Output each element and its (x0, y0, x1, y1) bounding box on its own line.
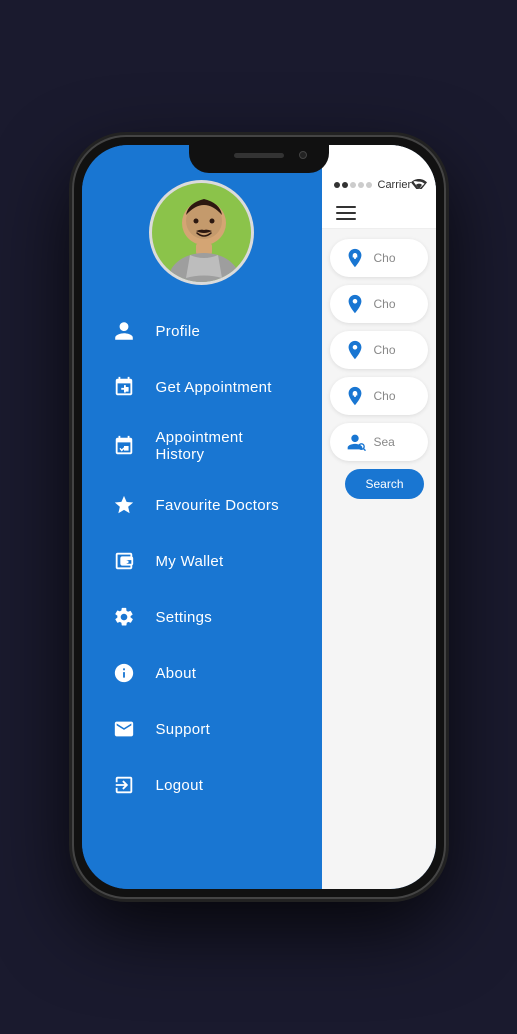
nav-menu: Profile Get Appointment (82, 303, 322, 813)
sidebar-item-my-wallet[interactable]: My Wallet (98, 533, 306, 589)
sidebar-item-settings-label: Settings (156, 609, 213, 626)
avatar (149, 180, 254, 285)
location-row-1[interactable]: Cho (330, 239, 428, 277)
carrier-label: Carrier (378, 179, 412, 191)
speaker (234, 153, 284, 158)
sidebar-item-settings[interactable]: Settings (98, 589, 306, 645)
search-person-row[interactable]: Sea (330, 423, 428, 461)
envelope-icon (110, 715, 138, 743)
location-row-2-text: Cho (374, 297, 414, 311)
sidebar-item-profile[interactable]: Profile (98, 303, 306, 359)
signal-area: Carrier (334, 179, 412, 191)
wifi-icon (411, 177, 427, 192)
signal-dot-4 (358, 182, 364, 188)
sidebar-item-appointment-history[interactable]: Appointment History (98, 415, 306, 477)
sidebar-item-get-appointment[interactable]: Get Appointment (98, 359, 306, 415)
sidebar-item-logout-label: Logout (156, 777, 204, 794)
sidebar-item-logout[interactable]: Logout (98, 757, 306, 813)
location-medical-icon-1 (344, 247, 366, 269)
content-area: Cho Cho (322, 229, 436, 889)
wallet-icon (110, 547, 138, 575)
hamburger-bar (322, 198, 436, 229)
logout-icon (110, 771, 138, 799)
hamburger-icon[interactable] (336, 206, 356, 220)
phone-notch (189, 145, 329, 173)
sidebar-item-get-appointment-label: Get Appointment (156, 379, 272, 396)
calendar-check-icon (110, 432, 138, 460)
sidebar-item-about[interactable]: About (98, 645, 306, 701)
person-icon (110, 317, 138, 345)
location-row-3[interactable]: Cho (330, 331, 428, 369)
location-medical-icon-4 (344, 385, 366, 407)
location-pin-icon-2 (344, 293, 366, 315)
sidebar-item-about-label: About (156, 665, 197, 682)
hamburger-line-1 (336, 206, 356, 208)
right-panel: Carrier (322, 145, 436, 889)
signal-dots (334, 182, 372, 188)
sidebar-item-my-wallet-label: My Wallet (156, 553, 224, 570)
location-row-2[interactable]: Cho (330, 285, 428, 323)
phone-screen: Profile Get Appointment (82, 145, 436, 889)
signal-dot-2 (342, 182, 348, 188)
phone-frame: Profile Get Appointment (74, 137, 444, 897)
sidebar-item-favourite-doctors[interactable]: Favourite Doctors (98, 477, 306, 533)
side-drawer: Profile Get Appointment (82, 145, 322, 889)
search-button[interactable]: Search (345, 469, 423, 499)
search-person-row-text: Sea (374, 435, 414, 449)
sidebar-item-support-label: Support (156, 721, 211, 738)
sidebar-item-support[interactable]: Support (98, 701, 306, 757)
location-row-4[interactable]: Cho (330, 377, 428, 415)
camera (299, 151, 307, 159)
location-row-3-text: Cho (374, 343, 414, 357)
location-row-1-text: Cho (374, 251, 414, 265)
sidebar-item-profile-label: Profile (156, 323, 201, 340)
signal-dot-1 (334, 182, 340, 188)
star-icon (110, 491, 138, 519)
hamburger-line-2 (336, 212, 356, 214)
signal-dot-5 (366, 182, 372, 188)
calendar-plus-icon (110, 373, 138, 401)
search-person-icon (344, 431, 366, 453)
sidebar-item-favourite-doctors-label: Favourite Doctors (156, 497, 279, 514)
signal-dot-3 (350, 182, 356, 188)
info-icon (110, 659, 138, 687)
location-row-4-text: Cho (374, 389, 414, 403)
location-pin-icon-3 (344, 339, 366, 361)
hamburger-line-3 (336, 218, 356, 220)
sidebar-item-appointment-history-label: Appointment History (156, 429, 294, 463)
status-bar: Carrier (322, 145, 436, 198)
gear-icon (110, 603, 138, 631)
